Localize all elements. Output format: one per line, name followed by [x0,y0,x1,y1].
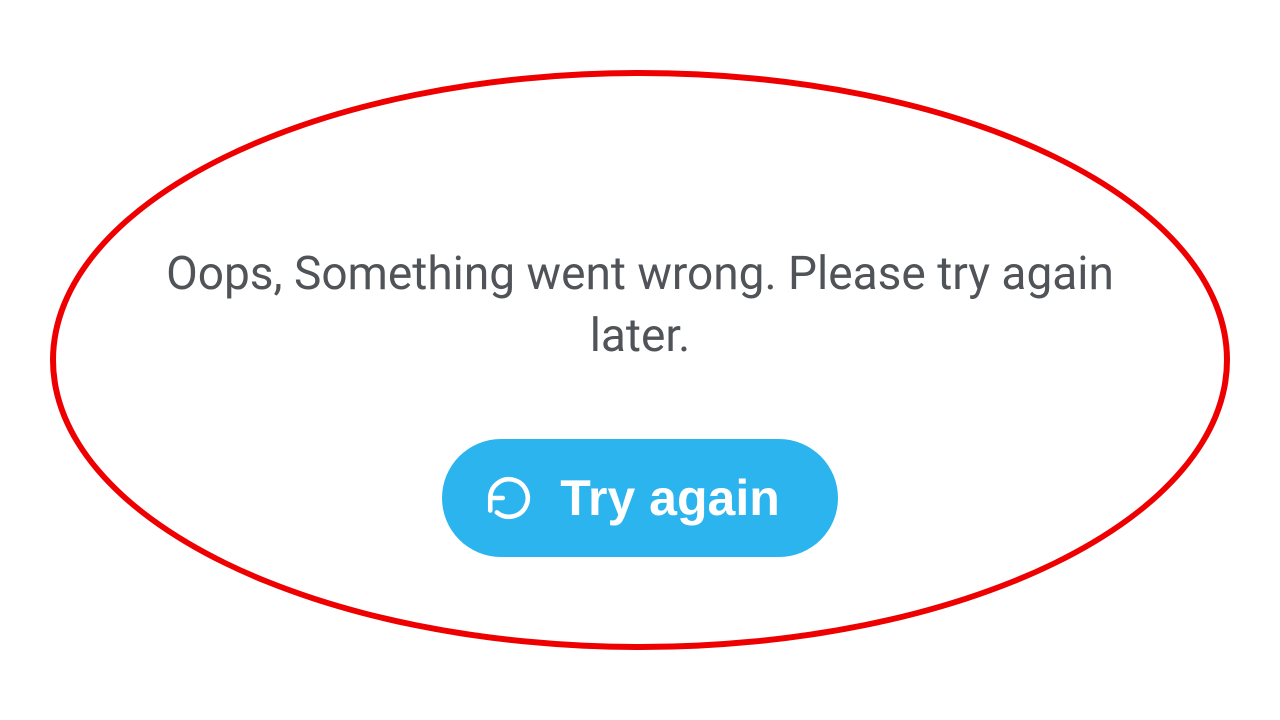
error-content: Oops, Something went wrong. Please try a… [140,243,1140,557]
error-container: Oops, Something went wrong. Please try a… [40,50,1240,670]
refresh-icon [484,473,534,523]
try-again-label: Try again [560,469,780,527]
error-message: Oops, Something went wrong. Please try a… [140,243,1140,367]
try-again-button[interactable]: Try again [442,439,838,557]
